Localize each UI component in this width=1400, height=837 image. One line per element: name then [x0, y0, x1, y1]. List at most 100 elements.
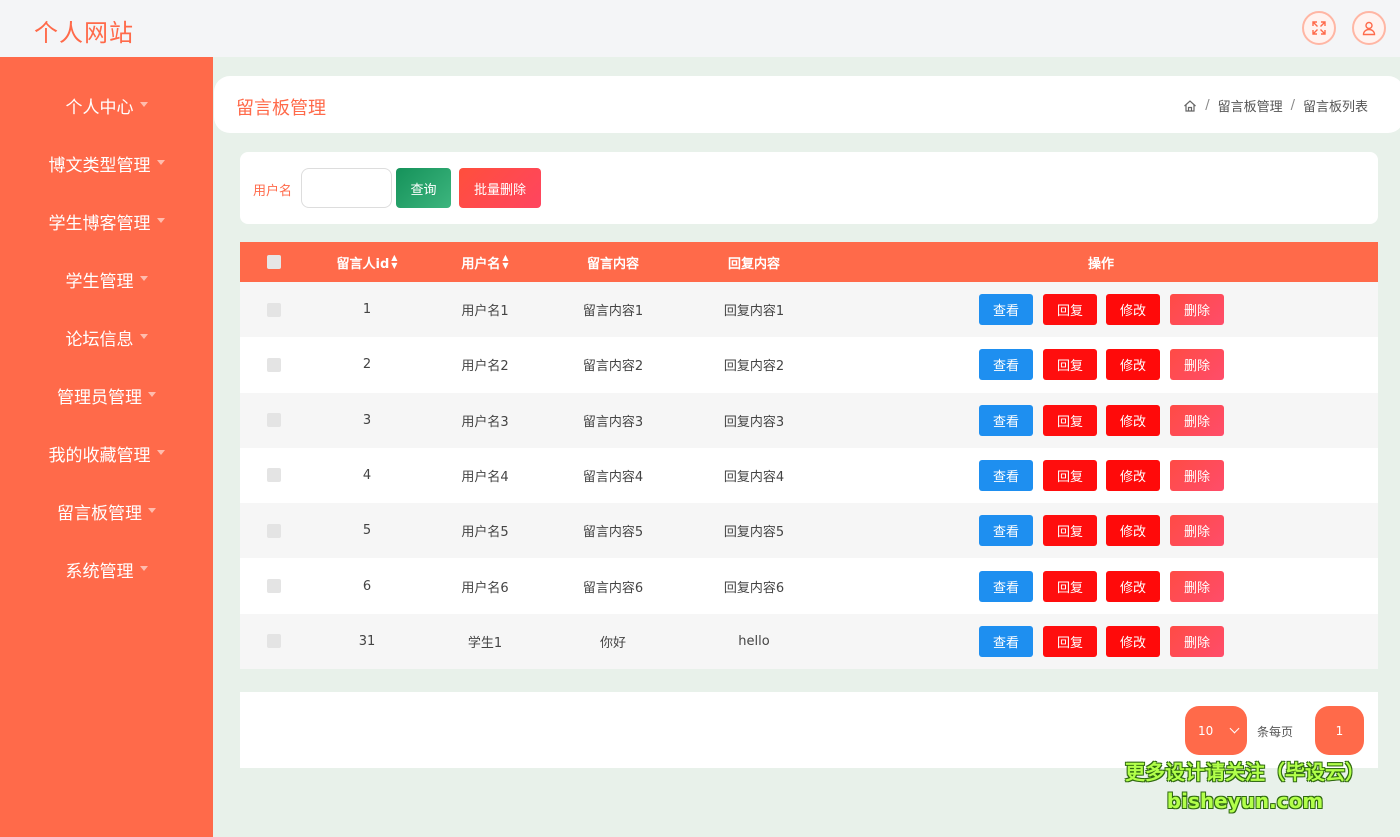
- sidebar-item-favorites[interactable]: 我的收藏管理: [0, 433, 213, 473]
- cell-id: 1: [362, 302, 372, 317]
- reply-button[interactable]: 回复: [1043, 404, 1097, 436]
- sidebar-item-blog-type[interactable]: 博文类型管理: [0, 143, 213, 183]
- edit-button[interactable]: 修改: [1106, 570, 1160, 602]
- page-size-select[interactable]: 10: [1185, 706, 1247, 755]
- view-button[interactable]: 查看: [979, 515, 1033, 547]
- row-checkbox[interactable]: [260, 559, 287, 614]
- user-menu-button[interactable]: [1352, 11, 1386, 45]
- table-row: 31 学生1 你好 hello 查看 回复 修改 删除: [240, 613, 1378, 669]
- row-checkbox[interactable]: [260, 393, 287, 448]
- column-header-id[interactable]: 留言人id ▲ ▼: [317, 242, 417, 282]
- caret-down-icon: [139, 565, 148, 571]
- reply-button[interactable]: 回复: [1043, 294, 1097, 325]
- cell-username: 用户名5: [461, 525, 509, 541]
- sort-icon: ▲ ▼: [391, 253, 398, 270]
- reply-button[interactable]: 回复: [1043, 459, 1097, 491]
- select-all-checkbox[interactable]: [260, 242, 287, 282]
- reply-button[interactable]: 回复: [1043, 570, 1097, 602]
- watermark: 更多设计请关注（毕设云） bisheyun.com: [1100, 757, 1390, 815]
- column-header-reply: 回复内容: [727, 256, 780, 272]
- site-logo-title[interactable]: 个人网站: [34, 13, 134, 48]
- checkbox-box: [266, 255, 281, 269]
- cell-id: 3: [362, 412, 372, 428]
- per-page-label: 条每页: [1257, 725, 1294, 739]
- table-row: 5 用户名5 留言内容5 回复内容5 查看 回复 修改 删除: [240, 503, 1378, 559]
- cell-username: 用户名2: [461, 359, 509, 375]
- sidebar-item-label: 留言板管理: [57, 503, 142, 524]
- query-button[interactable]: 查询: [396, 168, 451, 208]
- cell-content: 留言内容3: [582, 414, 644, 430]
- row-checkbox[interactable]: [260, 614, 287, 669]
- batch-delete-button[interactable]: 批量删除: [459, 168, 541, 208]
- cell-content: 留言内容4: [582, 469, 644, 485]
- table-row: 4 用户名4 留言内容4 回复内容4 查看 回复 修改 删除: [240, 447, 1378, 503]
- column-header-username[interactable]: 用户名 ▲ ▼: [435, 242, 535, 282]
- cell-username: 学生1: [467, 635, 503, 651]
- sidebar-item-label: 个人中心: [65, 97, 134, 118]
- reply-button[interactable]: 回复: [1043, 515, 1097, 547]
- chevron-down-icon: [1229, 723, 1240, 734]
- view-button[interactable]: 查看: [979, 570, 1033, 602]
- caret-down-icon: [139, 101, 148, 107]
- sidebar-item-message-board[interactable]: 留言板管理: [0, 491, 213, 531]
- delete-button[interactable]: 删除: [1170, 625, 1224, 657]
- reply-button[interactable]: 回复: [1043, 625, 1097, 657]
- home-icon[interactable]: [1183, 99, 1197, 113]
- cell-username: 用户名4: [461, 469, 509, 485]
- edit-button[interactable]: 修改: [1106, 294, 1160, 325]
- page-title: 留言板管理: [236, 98, 326, 119]
- cell-content: 留言内容6: [582, 580, 644, 596]
- breadcrumb-item: 留言板列表: [1302, 100, 1368, 115]
- row-checkbox[interactable]: [260, 503, 287, 558]
- username-search-input[interactable]: [301, 168, 392, 208]
- checkbox-box: [266, 579, 281, 593]
- sidebar-item-students[interactable]: 学生管理: [0, 259, 213, 299]
- watermark-line-1: 更多设计请关注（毕设云）: [1125, 760, 1365, 784]
- sidebar-item-system[interactable]: 系统管理: [0, 549, 213, 589]
- edit-button[interactable]: 修改: [1106, 515, 1160, 547]
- cell-reply: 回复内容3: [723, 414, 785, 430]
- column-header-content: 留言内容: [586, 256, 639, 272]
- sidebar-item-label: 学生博客管理: [48, 213, 151, 234]
- breadcrumb-item[interactable]: 留言板管理: [1218, 96, 1283, 115]
- view-button[interactable]: 查看: [979, 349, 1033, 381]
- edit-button[interactable]: 修改: [1106, 459, 1160, 491]
- cell-username: 用户名1: [461, 304, 509, 319]
- delete-button[interactable]: 删除: [1170, 515, 1224, 547]
- breadcrumb: / 留言板管理 / 留言板列表: [1183, 96, 1368, 115]
- edit-button[interactable]: 修改: [1106, 625, 1160, 657]
- view-button[interactable]: 查看: [979, 459, 1033, 491]
- page-number-button[interactable]: 1: [1315, 706, 1364, 755]
- fullscreen-button[interactable]: [1302, 11, 1336, 45]
- row-checkbox[interactable]: [260, 448, 287, 503]
- cell-id: 2: [362, 357, 372, 373]
- checkbox-box: [266, 468, 281, 483]
- delete-button[interactable]: 删除: [1170, 570, 1224, 602]
- delete-button[interactable]: 删除: [1170, 459, 1224, 491]
- view-button[interactable]: 查看: [979, 625, 1033, 657]
- row-checkbox[interactable]: [260, 337, 287, 392]
- delete-button[interactable]: 删除: [1170, 404, 1224, 436]
- delete-button[interactable]: 删除: [1170, 349, 1224, 381]
- row-checkbox[interactable]: [260, 282, 287, 337]
- view-button[interactable]: 查看: [979, 404, 1033, 436]
- table-header: 留言人id ▲ ▼ 用户名 ▲ ▼ 留言内容 回复内容 操作: [240, 242, 1378, 282]
- checkbox-box: [266, 413, 281, 428]
- cell-reply: 回复内容1: [723, 304, 785, 319]
- page-size-value: 10: [1198, 723, 1214, 738]
- caret-down-icon: [148, 391, 156, 397]
- view-button[interactable]: 查看: [979, 294, 1033, 325]
- sidebar-item-forum[interactable]: 论坛信息: [0, 317, 213, 357]
- sort-icon: ▲ ▼: [502, 253, 509, 270]
- reply-button[interactable]: 回复: [1043, 349, 1097, 381]
- username-label: 用户名: [253, 184, 293, 199]
- delete-button[interactable]: 删除: [1170, 294, 1224, 325]
- breadcrumb-separator: /: [1290, 98, 1295, 113]
- sidebar-item-admins[interactable]: 管理员管理: [0, 375, 213, 415]
- checkbox-box: [266, 357, 281, 372]
- sidebar-item-personal-center[interactable]: 个人中心: [0, 85, 213, 125]
- edit-button[interactable]: 修改: [1106, 404, 1160, 436]
- sidebar-item-student-blog[interactable]: 学生博客管理: [0, 201, 213, 241]
- table-row: 1 用户名1 留言内容1 回复内容1 查看 回复 修改 删除: [240, 282, 1378, 337]
- edit-button[interactable]: 修改: [1106, 349, 1160, 381]
